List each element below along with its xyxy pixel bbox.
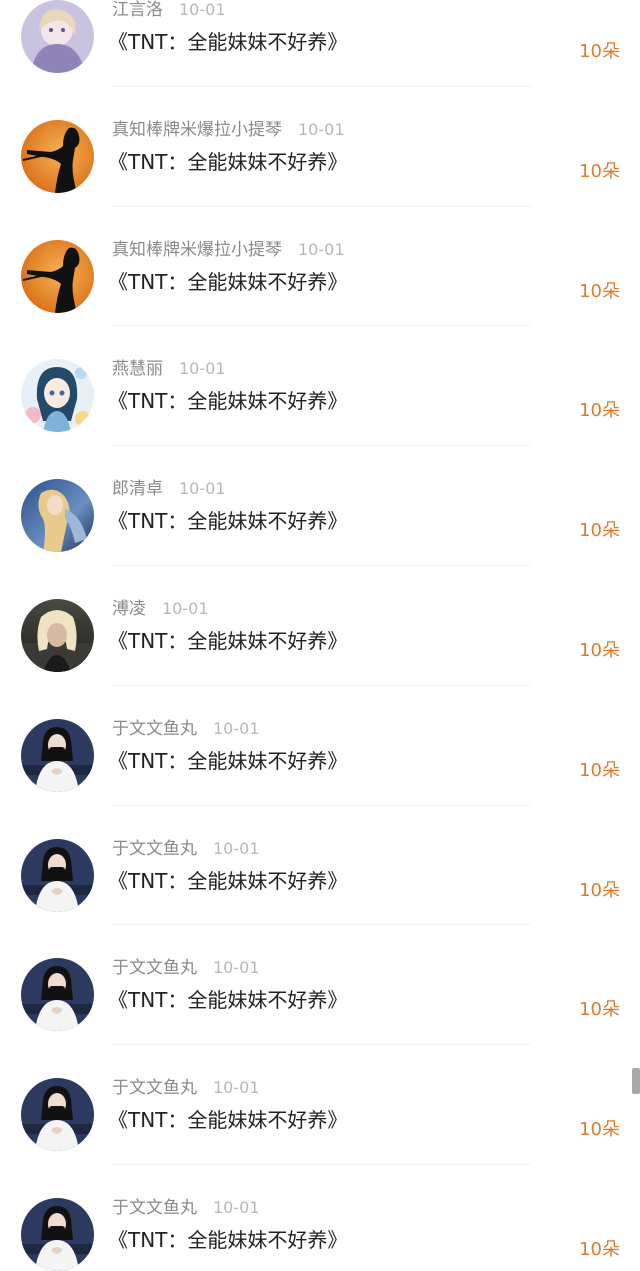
- gift-record-list: 江言洛 10-01 《TNT：全能妹妹不好养》 10朵 真知棒牌米爆拉小提琴 10-01 《…: [0, 0, 640, 1271]
- record-meta: 真知棒牌米爆拉小提琴 10-01: [112, 118, 345, 142]
- gift-date: 10-01: [213, 1198, 260, 1217]
- gift-date: 10-01: [213, 718, 260, 738]
- username[interactable]: 于文文鱼丸: [112, 719, 197, 739]
- record-meta: 于文文鱼丸 10-01: [112, 956, 260, 980]
- gift-date: 10-01: [213, 958, 260, 978]
- gift-record-row[interactable]: 真知棒牌米爆拉小提琴 10-01 《TNT：全能妹妹不好养》 10朵: [0, 180, 640, 327]
- scrollbar[interactable]: [632, 1068, 640, 1094]
- novel-title[interactable]: 《TNT：全能妹妹不好养》: [108, 28, 347, 56]
- masked-singer-avatar-icon[interactable]: [21, 1198, 94, 1271]
- novel-title[interactable]: 《TNT：全能妹妹不好养》: [108, 627, 347, 655]
- gift-record-row[interactable]: 于文文鱼丸 10-01 《TNT：全能妹妹不好养》 10朵: [0, 779, 640, 926]
- novel-title[interactable]: 《TNT：全能妹妹不好养》: [108, 986, 347, 1014]
- gift-date: 10-01: [162, 599, 209, 618]
- gift-amount: 10朵: [579, 1239, 620, 1260]
- record-meta: 于文文鱼丸 10-01: [112, 717, 260, 741]
- novel-title[interactable]: 《TNT：全能妹妹不好养》: [108, 867, 347, 895]
- gift-date: 10-01: [179, 0, 226, 19]
- gift-record-row[interactable]: 真知棒牌米爆拉小提琴 10-01 《TNT：全能妹妹不好养》 10朵: [0, 60, 640, 207]
- gift-date: 10-01: [179, 479, 226, 499]
- username[interactable]: 于文文鱼丸: [112, 839, 197, 859]
- username[interactable]: 溥凌: [112, 599, 146, 619]
- gift-record-row[interactable]: 郎清卓 10-01 《TNT：全能妹妹不好养》 10朵: [0, 419, 640, 566]
- username[interactable]: 于文文鱼丸: [112, 958, 197, 978]
- gift-record-row[interactable]: 于文文鱼丸 10-01 《TNT：全能妹妹不好养》 10朵: [0, 1138, 640, 1271]
- novel-title[interactable]: 《TNT：全能妹妹不好养》: [108, 747, 347, 775]
- record-meta: 江言洛 10-01: [112, 0, 226, 22]
- novel-title[interactable]: 《TNT：全能妹妹不好养》: [108, 387, 347, 415]
- novel-title[interactable]: 《TNT：全能妹妹不好养》: [108, 507, 347, 535]
- novel-title[interactable]: 《TNT：全能妹妹不好养》: [108, 1226, 347, 1254]
- gift-date: 10-01: [179, 359, 226, 379]
- username[interactable]: 真知棒牌米爆拉小提琴: [112, 240, 282, 260]
- username[interactable]: 郎清卓: [112, 479, 163, 499]
- gift-date: 10-01: [298, 239, 345, 259]
- gift-record-row[interactable]: 燕慧丽 10-01 《TNT：全能妹妹不好养》 10朵: [0, 299, 640, 447]
- record-meta: 燕慧丽 10-01: [112, 357, 226, 381]
- record-meta: 溥凌 10-01: [112, 597, 209, 621]
- record-meta: 郎清卓 10-01: [112, 477, 226, 501]
- gift-record-row[interactable]: 江言洛 10-01 《TNT：全能妹妹不好养》 10朵: [0, 0, 640, 87]
- novel-title[interactable]: 《TNT：全能妹妹不好养》: [108, 1106, 347, 1134]
- username[interactable]: 江言洛: [112, 0, 163, 20]
- username[interactable]: 真知棒牌米爆拉小提琴: [112, 120, 282, 140]
- gift-record-row[interactable]: 于文文鱼丸 10-01 《TNT：全能妹妹不好养》 10朵: [0, 898, 640, 1046]
- gift-record-row[interactable]: 于文文鱼丸 10-01 《TNT：全能妹妹不好养》 10朵: [0, 659, 640, 806]
- record-meta: 真知棒牌米爆拉小提琴 10-01: [112, 238, 345, 262]
- gift-date: 10-01: [213, 1078, 260, 1098]
- username[interactable]: 燕慧丽: [112, 359, 163, 379]
- gift-date: 10-01: [213, 838, 260, 858]
- gift-record-row[interactable]: 于文文鱼丸 10-01 《TNT：全能妹妹不好养》 10朵: [0, 1018, 640, 1165]
- record-meta: 于文文鱼丸 10-01: [112, 1076, 260, 1100]
- record-meta: 于文文鱼丸 10-01: [112, 1196, 260, 1220]
- novel-title[interactable]: 《TNT：全能妹妹不好养》: [108, 268, 347, 296]
- username[interactable]: 于文文鱼丸: [112, 1198, 197, 1218]
- username[interactable]: 于文文鱼丸: [112, 1078, 197, 1098]
- record-meta: 于文文鱼丸 10-01: [112, 837, 260, 861]
- gift-date: 10-01: [298, 119, 345, 139]
- gift-record-row[interactable]: 溥凌 10-01 《TNT：全能妹妹不好养》 10朵: [0, 539, 640, 686]
- novel-title[interactable]: 《TNT：全能妹妹不好养》: [108, 148, 347, 176]
